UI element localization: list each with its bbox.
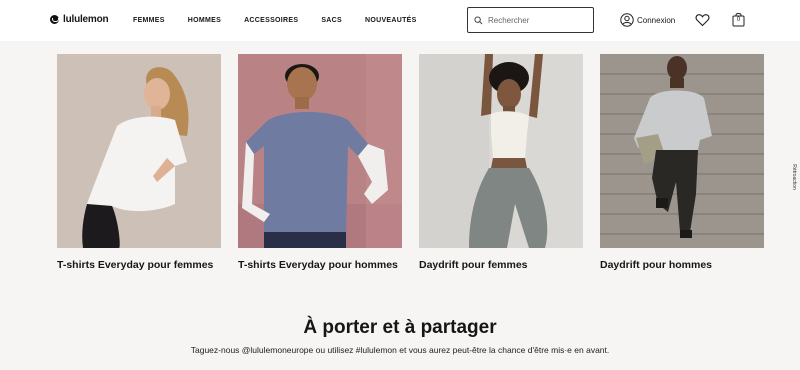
brand-name: lululemon bbox=[63, 14, 109, 25]
main-nav: FEMMES HOMMES ACCESSOIRES SACS NOUVEAUTÉ… bbox=[133, 17, 440, 24]
search-input[interactable] bbox=[488, 15, 588, 25]
bag-count: 0 bbox=[736, 17, 741, 23]
feedback-label: Rétroaction bbox=[791, 164, 797, 190]
nav-item-nouveautes[interactable]: NOUVEAUTÉS bbox=[365, 17, 417, 24]
nav-item-femmes[interactable]: FEMMES bbox=[133, 17, 165, 24]
category-card-title: T-shirts Everyday pour hommes bbox=[238, 259, 398, 271]
category-image bbox=[57, 54, 221, 248]
feedback-tab[interactable]: Rétroaction bbox=[788, 157, 800, 197]
search-icon bbox=[474, 15, 483, 24]
nav-item-hommes[interactable]: HOMMES bbox=[188, 17, 221, 24]
category-card-tshirts-femmes[interactable]: T-shirts Everyday pour femmes bbox=[57, 54, 221, 271]
search-box[interactable] bbox=[467, 7, 594, 33]
shopping-bag-button[interactable]: 0 bbox=[732, 12, 745, 27]
category-card-tshirts-hommes[interactable]: T-shirts Everyday pour hommes bbox=[238, 54, 402, 271]
account-login-label: Connexion bbox=[637, 15, 676, 25]
account-login-button[interactable]: Connexion bbox=[620, 13, 675, 27]
category-card-title: Daydrift pour femmes bbox=[419, 259, 528, 271]
heart-icon[interactable] bbox=[695, 13, 710, 27]
category-image bbox=[419, 54, 583, 248]
site-header: lululemon FEMMES HOMMES ACCESSOIRES SACS… bbox=[0, 0, 800, 41]
category-card-title: T-shirts Everyday pour femmes bbox=[57, 259, 214, 271]
ugc-section-subtitle: Taguez-nous @lululemoneurope ou utilisez… bbox=[190, 345, 610, 355]
nav-item-sacs[interactable]: SACS bbox=[321, 17, 342, 24]
category-image bbox=[600, 54, 764, 248]
user-circle-icon bbox=[620, 13, 634, 27]
category-image bbox=[238, 54, 402, 248]
ugc-section-title: À porter et à partager bbox=[303, 317, 497, 338]
category-card-daydrift-hommes[interactable]: Daydrift pour hommes bbox=[600, 54, 764, 271]
nav-item-accessoires[interactable]: ACCESSOIRES bbox=[244, 17, 298, 24]
brand-logo[interactable]: lululemon bbox=[50, 14, 109, 25]
category-card-title: Daydrift pour hommes bbox=[600, 259, 713, 271]
category-card-daydrift-femmes[interactable]: Daydrift pour femmes bbox=[419, 54, 583, 271]
lululemon-logo-icon bbox=[50, 15, 59, 24]
